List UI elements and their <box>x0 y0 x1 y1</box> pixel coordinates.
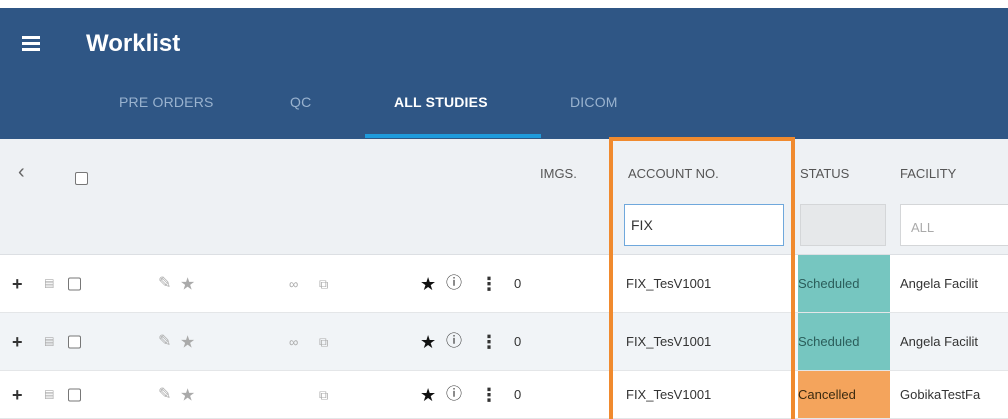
column-header-facility[interactable]: FACILITY <box>900 166 956 181</box>
document-icon[interactable]: ▤ <box>44 278 54 289</box>
row-checkbox[interactable] <box>68 277 81 290</box>
kebab-menu-icon[interactable]: ⋮ <box>480 275 498 293</box>
facility-cell: Angela Facilit <box>900 334 979 349</box>
info-icon[interactable]: ⓘ <box>446 386 462 403</box>
star-icon[interactable]: ★ <box>180 386 195 403</box>
star-icon[interactable]: ★ <box>420 275 436 293</box>
column-header-account[interactable]: ACCOUNT NO. <box>628 166 719 181</box>
pencil-icon[interactable]: ✎ <box>158 333 171 350</box>
share-icon[interactable]: ⧉ <box>319 335 328 348</box>
row-checkbox[interactable] <box>68 388 81 401</box>
back-chevron-icon[interactable]: ‹ <box>18 161 25 184</box>
link-icon[interactable]: ∞ <box>289 277 298 290</box>
star-icon[interactable]: ★ <box>420 386 436 404</box>
status-badge: Cancelled <box>798 371 890 418</box>
imgs-cell: 0 <box>514 276 522 291</box>
facility-filter-select[interactable]: ALL <box>900 204 1008 246</box>
imgs-cell: 0 <box>514 387 522 402</box>
tab-dicom[interactable]: DICOM <box>570 94 618 110</box>
document-icon[interactable]: ▤ <box>44 336 54 347</box>
tab-bar: PRE ORDERS QC ALL STUDIES DICOM <box>0 90 1008 139</box>
page-title: Worklist <box>86 30 181 57</box>
tab-pre-orders[interactable]: PRE ORDERS <box>119 94 214 110</box>
link-icon[interactable]: ∞ <box>289 335 298 348</box>
account-cell: FIX_TesV1001 <box>626 276 712 291</box>
expand-plus-icon[interactable]: + <box>12 275 23 293</box>
info-icon[interactable]: ⓘ <box>446 333 462 350</box>
kebab-menu-icon[interactable]: ⋮ <box>480 386 498 404</box>
facility-cell: GobikaTestFa <box>900 387 981 402</box>
document-icon[interactable]: ▤ <box>44 389 54 400</box>
kebab-menu-icon[interactable]: ⋮ <box>480 333 498 351</box>
hamburger-menu-icon[interactable] <box>22 36 40 51</box>
table-row[interactable]: + ▤ ✎ ★ ∞ ⧉ ★ ⓘ ⋮ 0 FIX_TesV1001 Schedul… <box>0 313 1008 371</box>
expand-plus-icon[interactable]: + <box>12 386 23 404</box>
pencil-icon[interactable]: ✎ <box>158 386 171 403</box>
share-icon[interactable]: ⧉ <box>319 277 328 290</box>
share-icon[interactable]: ⧉ <box>319 388 328 401</box>
facility-cell: Angela Facilit <box>900 276 979 291</box>
pencil-icon[interactable]: ✎ <box>158 275 171 292</box>
account-cell: FIX_TesV1001 <box>626 387 712 402</box>
worklist-table: ‹ IMGS. ACCOUNT NO. STATUS FACILITY ALL … <box>0 139 1008 419</box>
star-icon[interactable]: ★ <box>180 275 195 292</box>
imgs-cell: 0 <box>514 334 522 349</box>
app-header: Worklist PRE ORDERS QC ALL STUDIES DICOM <box>0 8 1008 139</box>
tab-all-studies[interactable]: ALL STUDIES <box>394 94 488 110</box>
account-filter-input[interactable] <box>624 204 784 246</box>
star-icon[interactable]: ★ <box>180 333 195 350</box>
status-badge: Scheduled <box>798 313 890 370</box>
table-row[interactable]: + ▤ ✎ ★ ⧉ ★ ⓘ ⋮ 0 FIX_TesV1001 Cancelled… <box>0 371 1008 419</box>
column-header-imgs[interactable]: IMGS. <box>540 166 577 181</box>
tab-qc[interactable]: QC <box>290 94 311 110</box>
star-icon[interactable]: ★ <box>420 333 436 351</box>
table-row[interactable]: + ▤ ✎ ★ ∞ ⧉ ★ ⓘ ⋮ 0 FIX_TesV1001 Schedul… <box>0 255 1008 313</box>
account-cell: FIX_TesV1001 <box>626 334 712 349</box>
expand-plus-icon[interactable]: + <box>12 333 23 351</box>
info-icon[interactable]: ⓘ <box>446 275 462 292</box>
column-header-status[interactable]: STATUS <box>800 166 849 181</box>
row-checkbox[interactable] <box>68 335 81 348</box>
table-header: ‹ IMGS. ACCOUNT NO. STATUS FACILITY ALL <box>0 139 1008 255</box>
active-tab-indicator <box>365 134 541 138</box>
select-all-checkbox[interactable] <box>75 172 88 185</box>
status-filter[interactable] <box>800 204 886 246</box>
status-badge: Scheduled <box>798 255 890 312</box>
